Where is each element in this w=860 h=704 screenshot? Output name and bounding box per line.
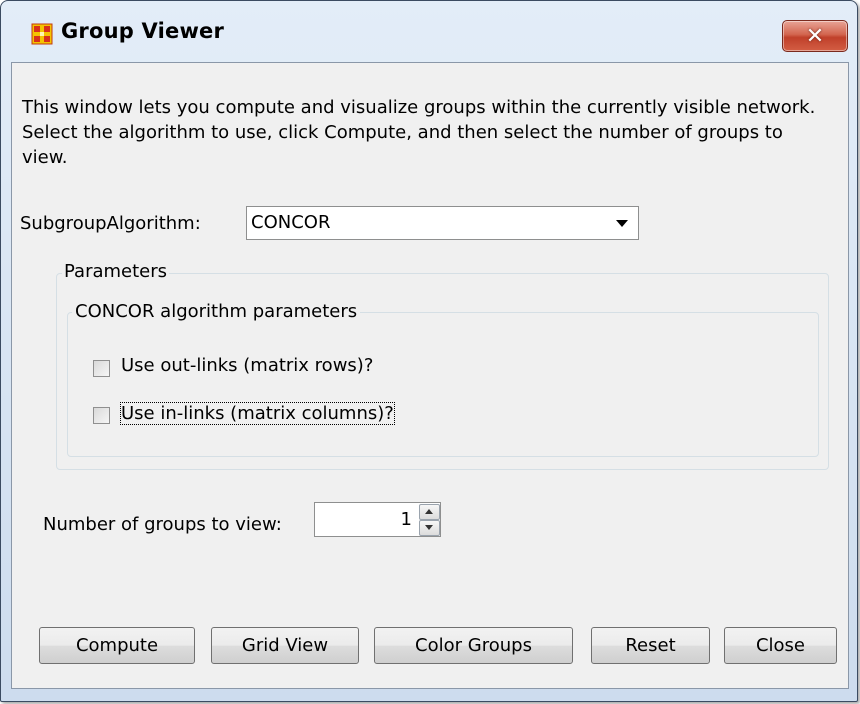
out-links-label[interactable]: Use out-links (matrix rows)? [121, 355, 373, 376]
groups-count-value[interactable]: 1 [401, 509, 412, 530]
description-text: This window lets you compute and visuali… [22, 97, 816, 168]
groups-count-spinner[interactable]: 1 [314, 502, 441, 537]
in-links-label[interactable]: Use in-links (matrix columns)? [120, 402, 395, 425]
compute-button[interactable]: Compute [39, 627, 195, 664]
close-icon: ✕ [805, 23, 825, 49]
spinner-buttons [419, 504, 440, 536]
concor-parameters-title: CONCOR algorithm parameters [72, 301, 361, 322]
out-links-checkbox[interactable] [93, 360, 110, 377]
spinner-up-icon[interactable] [419, 504, 440, 520]
title-bar[interactable]: Group Viewer ✕ [1, 1, 857, 61]
chevron-down-icon [616, 220, 628, 227]
group-grid-icon [31, 23, 53, 45]
window-title: Group Viewer [61, 19, 225, 43]
algorithm-selected-value: CONCOR [251, 212, 331, 233]
window-close-button[interactable]: ✕ [782, 20, 848, 52]
reset-button[interactable]: Reset [591, 627, 710, 664]
spinner-down-icon[interactable] [419, 520, 440, 536]
parameters-title: Parameters [62, 261, 170, 282]
close-button[interactable]: Close [724, 627, 837, 664]
dialog-content: This window lets you compute and visuali… [11, 62, 849, 689]
concor-parameters-group [67, 312, 819, 457]
group-viewer-window: Group Viewer ✕ This window lets you comp… [0, 0, 858, 702]
algorithm-select[interactable]: CONCOR [246, 206, 639, 240]
grid-view-button[interactable]: Grid View [211, 627, 359, 664]
algorithm-label: SubgroupAlgorithm: [20, 213, 201, 234]
groups-count-label: Number of groups to view: [43, 514, 282, 535]
color-groups-button[interactable]: Color Groups [374, 627, 573, 664]
in-links-checkbox[interactable] [93, 407, 110, 424]
